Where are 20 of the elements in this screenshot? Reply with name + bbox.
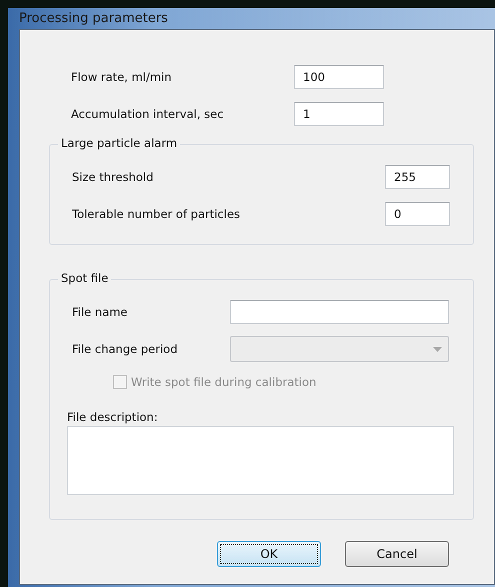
group-title: Spot file xyxy=(58,271,112,285)
input-field[interactable]: 255 xyxy=(385,164,450,188)
checkbox-label: Write spot file during calibration xyxy=(131,375,316,389)
input-field[interactable]: 1 xyxy=(294,102,384,126)
input-field[interactable]: 100 xyxy=(294,64,384,88)
field-label: File name xyxy=(71,305,129,319)
group-title: Large particle alarm xyxy=(58,136,180,150)
window-title: Processing parameters xyxy=(19,10,169,28)
field-label: Accumulation interval, sec xyxy=(71,106,225,120)
field-label: Flow rate, ml/min xyxy=(71,70,173,84)
description-field[interactable] xyxy=(67,426,454,495)
field-label: File change period xyxy=(71,342,179,356)
input-field[interactable]: 0 xyxy=(385,202,450,226)
input-field[interactable] xyxy=(230,300,449,324)
cancel-button[interactable]: Cancel xyxy=(345,541,449,567)
caret-icon xyxy=(433,346,442,352)
field-label: File description: xyxy=(67,410,158,424)
field-label: Size threshold xyxy=(72,170,154,184)
ok-button[interactable]: OK xyxy=(217,541,321,567)
field-label: Tolerable number of particles xyxy=(72,206,242,220)
